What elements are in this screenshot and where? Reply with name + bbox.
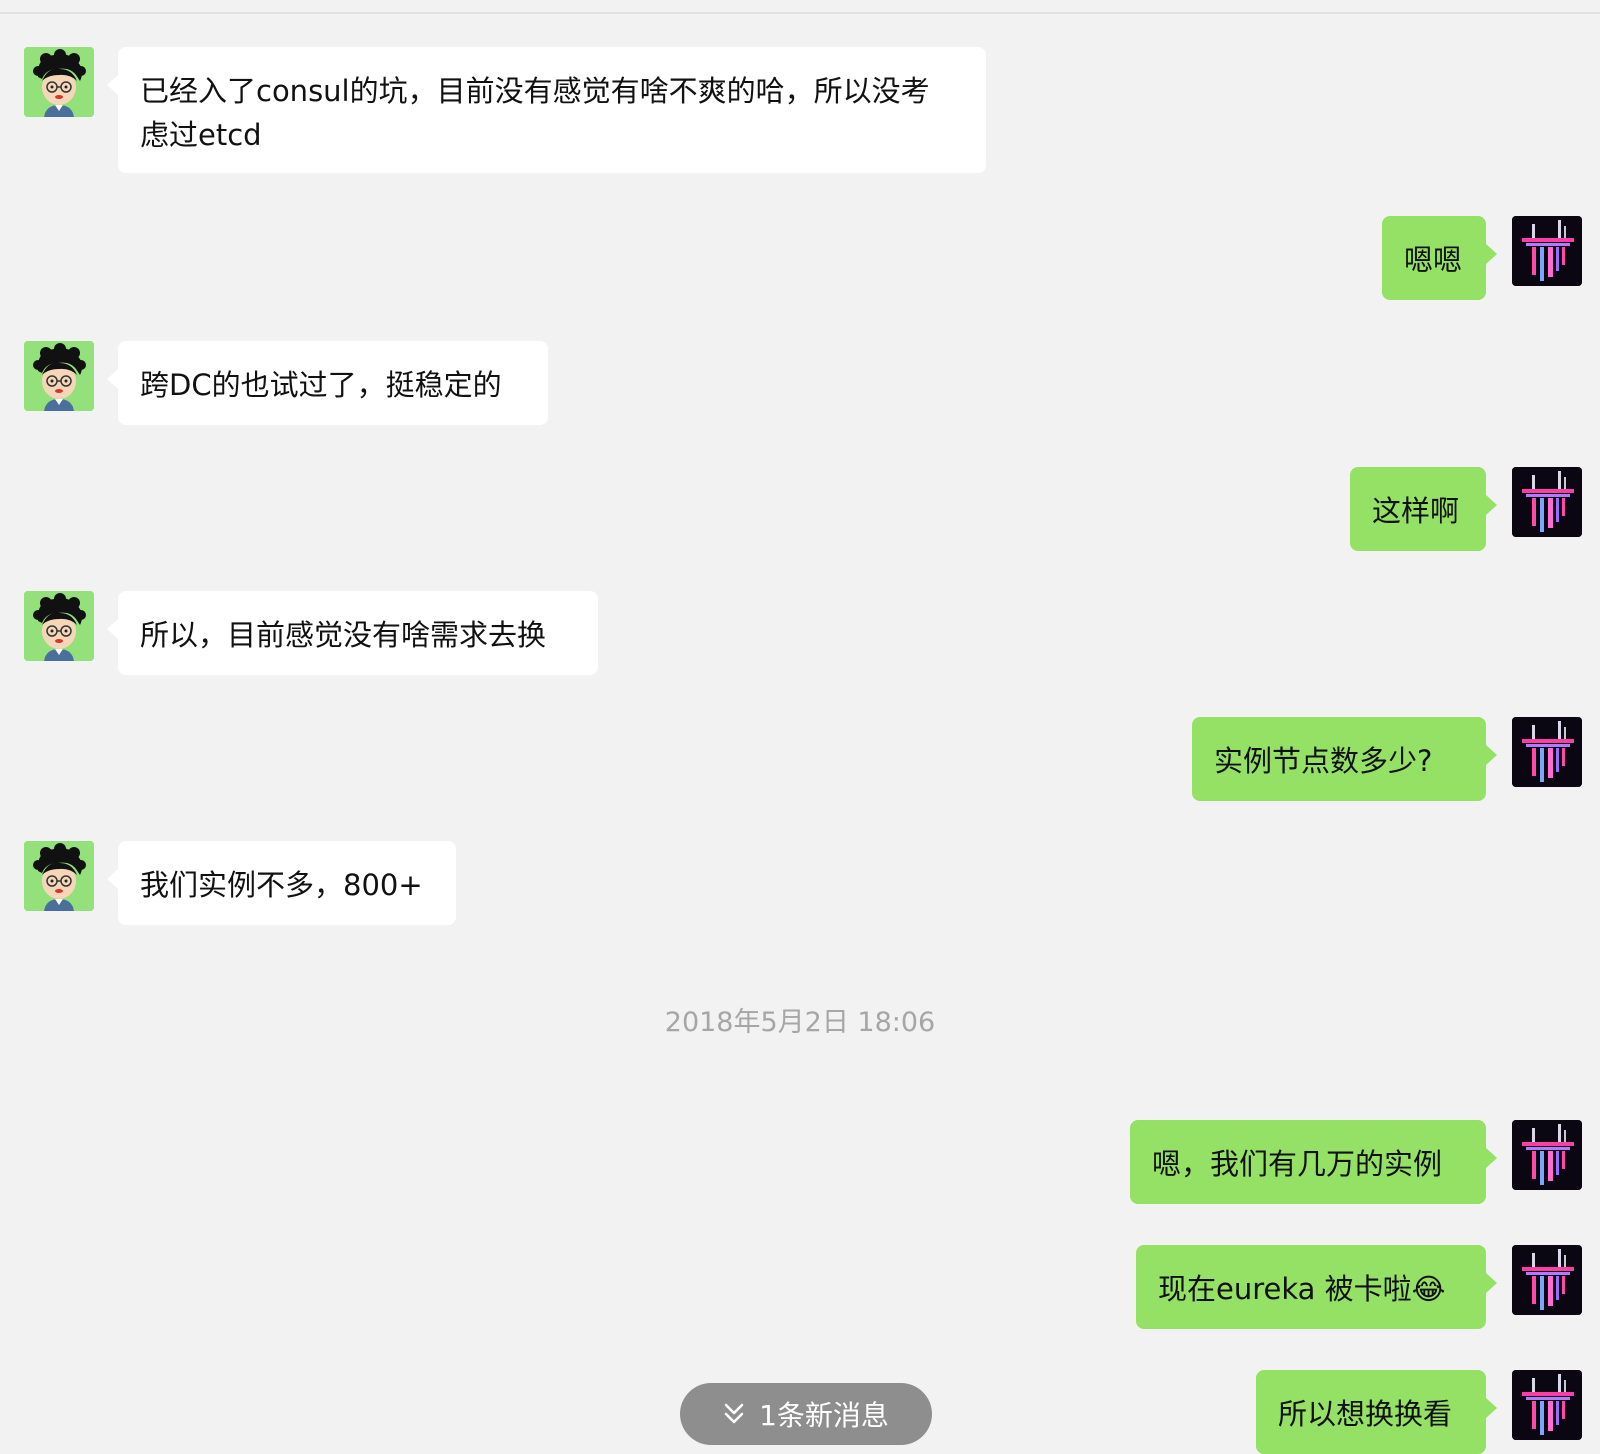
outgoing-message-bubble[interactable]: 实例节点数多少? <box>1192 717 1497 801</box>
outgoing-message-bubble[interactable]: 所以想换换看 <box>1256 1370 1497 1454</box>
user-avatar-icon[interactable] <box>1512 467 1582 537</box>
incoming-message-bubble[interactable]: 已经入了consul的坑，目前没有感觉有啥不爽的哈，所以没考 虑过etcd <box>107 47 986 173</box>
top-divider <box>0 12 1600 14</box>
contact-avatar-icon[interactable] <box>24 341 94 411</box>
incoming-message-bubble[interactable]: 跨DC的也试过了，挺稳定的 <box>107 341 548 425</box>
incoming-message-bubble[interactable]: 所以，目前感觉没有啥需求去换 <box>107 591 598 675</box>
user-avatar-icon[interactable] <box>1512 717 1582 787</box>
outgoing-message-bubble[interactable]: 这样啊 <box>1350 467 1497 551</box>
user-avatar-icon[interactable] <box>1512 1245 1582 1315</box>
user-avatar-icon[interactable] <box>1512 216 1582 286</box>
contact-avatar-icon[interactable] <box>24 591 94 661</box>
user-avatar-icon[interactable] <box>1512 1120 1582 1190</box>
contact-avatar-icon[interactable] <box>24 841 94 911</box>
double-chevron-down-icon <box>723 1402 745 1426</box>
outgoing-message-bubble[interactable]: 嗯嗯 <box>1382 216 1497 300</box>
outgoing-message-bubble[interactable]: 嗯，我们有几万的实例 <box>1130 1120 1497 1204</box>
user-avatar-icon[interactable] <box>1512 1370 1582 1440</box>
message-timestamp: 2018年5月2日 18:06 <box>664 1007 936 1038</box>
incoming-message-bubble[interactable]: 我们实例不多，800+ <box>107 841 456 925</box>
new-message-label: 1条新消息 <box>759 1399 889 1432</box>
new-message-button[interactable]: 1条新消息 <box>680 1383 932 1445</box>
contact-avatar-icon[interactable] <box>24 47 94 117</box>
outgoing-message-bubble[interactable]: 现在eureka 被卡啦😂 <box>1136 1245 1497 1329</box>
